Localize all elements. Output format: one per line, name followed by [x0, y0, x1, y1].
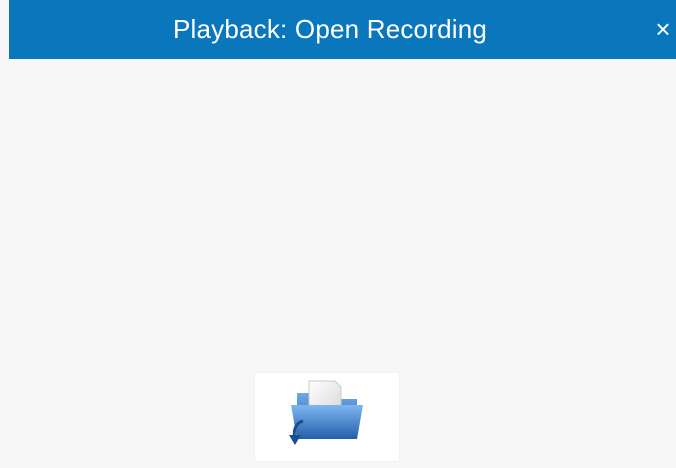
close-button[interactable]: × [650, 0, 676, 59]
dialog-titlebar: Playback: Open Recording × [9, 0, 676, 59]
dialog-title: Playback: Open Recording [172, 14, 488, 44]
open-folder-icon [289, 380, 363, 445]
open-recording-dialog: Playback: Open Recording × [0, 0, 676, 468]
open-recording-button[interactable] [255, 373, 399, 461]
